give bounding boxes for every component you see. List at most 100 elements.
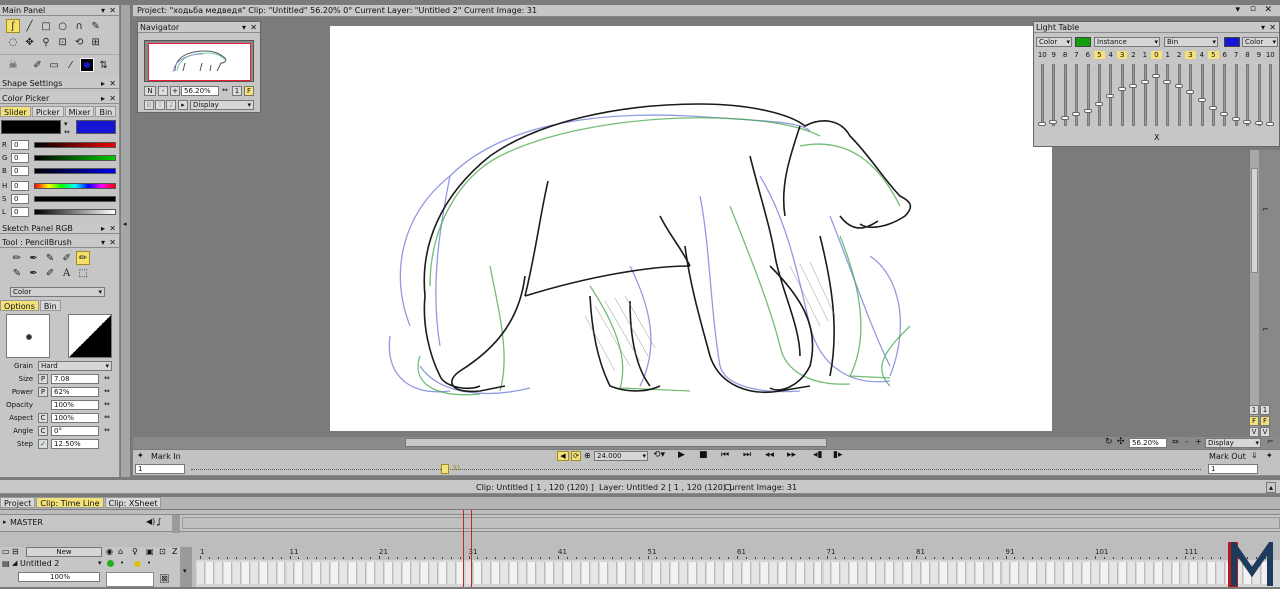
ping-pong-icon[interactable]: ⟲▾ <box>653 450 665 460</box>
opacity-input[interactable]: 100% <box>51 400 99 410</box>
frame-cell[interactable] <box>447 562 456 584</box>
fit-button[interactable]: F <box>244 86 254 96</box>
frame-cell[interactable] <box>787 562 796 584</box>
mark-out-pin-icon[interactable]: ✦ <box>1266 451 1273 460</box>
light-table-offset-19[interactable]: 9 <box>1254 51 1265 59</box>
b-value[interactable]: 0 <box>11 166 29 176</box>
frame-cell[interactable] <box>1011 562 1020 584</box>
frame-scrubber[interactable] <box>191 469 1201 470</box>
start-frame-input[interactable]: 1 <box>135 464 185 474</box>
l-slider[interactable] <box>34 209 116 215</box>
flip-b-icon[interactable]: B <box>144 100 154 110</box>
light-table-slider-knob[interactable] <box>1220 112 1229 116</box>
frame-cell[interactable] <box>1065 562 1074 584</box>
frame-cell[interactable] <box>411 562 420 584</box>
frame-cell[interactable] <box>1056 562 1065 584</box>
frame-cell[interactable] <box>599 562 608 584</box>
flip2-icon[interactable]: 2 <box>166 100 176 110</box>
frame-cell[interactable] <box>975 562 984 584</box>
close-icon[interactable]: ✕ <box>109 78 116 89</box>
light-table-slider-track[interactable] <box>1120 64 1124 126</box>
light-table-slider-track[interactable] <box>1269 64 1272 126</box>
toggle-vb[interactable]: V <box>1260 427 1270 437</box>
grain-select[interactable]: Hard ▾ <box>38 361 112 371</box>
toggle-1a[interactable]: 1 <box>1249 405 1259 415</box>
minimize-icon[interactable]: ▾ <box>1235 5 1240 15</box>
frame-cell[interactable] <box>465 562 474 584</box>
frame-cell[interactable] <box>921 562 930 584</box>
loop-icon[interactable]: ⟳ <box>571 451 581 461</box>
zoom-out-button[interactable]: - <box>158 86 168 96</box>
select-tool-icon[interactable]: ◌ <box>6 36 20 50</box>
master-track[interactable] <box>182 517 1280 529</box>
frame-cell[interactable] <box>1190 562 1199 584</box>
light-table-offset-2[interactable]: 8 <box>1060 51 1071 59</box>
light-table-slider-track[interactable] <box>1052 64 1056 126</box>
playhead-right[interactable] <box>471 510 472 587</box>
color-mode-select[interactable]: Color ▾ <box>10 287 105 297</box>
light-table-slider-knob[interactable] <box>1117 87 1126 91</box>
frame-cell[interactable] <box>1154 562 1163 584</box>
light-table-slider-knob[interactable] <box>1152 74 1160 78</box>
fill-tool-icon[interactable]: ✎ <box>89 20 103 34</box>
navigator-thumbnail[interactable] <box>144 40 254 82</box>
bulb-icon[interactable]: ● <box>134 559 141 568</box>
frame-cell[interactable] <box>653 562 662 584</box>
timeline-splitter[interactable]: ▾ <box>180 547 192 587</box>
frame-cell[interactable] <box>581 562 590 584</box>
l-value[interactable]: 0 <box>11 207 29 217</box>
frame-cell[interactable] <box>1217 562 1226 584</box>
light-table-offset-15[interactable]: 5 <box>1208 51 1219 59</box>
frame-cell[interactable] <box>671 562 680 584</box>
frame-cell[interactable] <box>519 562 528 584</box>
light-table-slider-knob[interactable] <box>1174 84 1183 88</box>
light-table-offset-16[interactable]: 6 <box>1219 51 1230 59</box>
light-table-offset-6[interactable]: 4 <box>1105 51 1116 59</box>
play-icon[interactable]: ▶ <box>678 450 685 460</box>
light-table-slider-knob[interactable] <box>1209 106 1217 110</box>
frame-cell[interactable] <box>635 562 644 584</box>
frame-cell[interactable] <box>1092 562 1100 584</box>
light-table-slider-knob[interactable] <box>1083 109 1092 113</box>
frame-cell[interactable] <box>778 562 787 584</box>
zoom-out-icon[interactable]: - <box>1185 437 1188 446</box>
light-table-offset-17[interactable]: 7 <box>1231 51 1242 59</box>
frame-cell[interactable] <box>850 562 859 584</box>
light-table-slider-knob[interactable] <box>1254 121 1263 125</box>
paint-brush-icon[interactable]: ✎ <box>10 267 24 281</box>
close-icon[interactable]: ✕ <box>109 223 116 234</box>
frame-cell[interactable] <box>331 562 340 584</box>
light-table-offset-4[interactable]: 6 <box>1083 51 1094 59</box>
toggle-fb[interactable]: F <box>1260 416 1270 426</box>
secondary-color-swatch[interactable] <box>76 120 116 134</box>
frame-cell[interactable] <box>1199 562 1208 584</box>
light-table-slider-knob[interactable] <box>1243 120 1252 124</box>
spinner-icon[interactable]: ⇔ <box>104 426 110 434</box>
spinner-icon[interactable]: ⇔ <box>104 374 110 382</box>
frame-cell[interactable] <box>572 562 581 584</box>
g-slider[interactable] <box>34 155 116 161</box>
frame-cell[interactable] <box>680 562 689 584</box>
light-table-offset-13[interactable]: 3 <box>1185 51 1196 59</box>
light-table-offset-11[interactable]: 1 <box>1162 51 1173 59</box>
frame-cell[interactable] <box>626 562 635 584</box>
left-splitter[interactable]: ◂ <box>121 5 131 477</box>
transform-tool-icon[interactable]: ⊡ <box>56 36 70 50</box>
one-to-one-button[interactable]: 1 <box>232 86 242 96</box>
eyedropper-icon[interactable]: ✐ <box>31 59 45 73</box>
onion-skin-icon[interactable]: ⊕ <box>584 451 591 460</box>
active-brush-icon[interactable]: ✏ <box>76 251 91 265</box>
spinner-icon[interactable]: ⇔ <box>1172 437 1179 446</box>
delete-layer-icon[interactable]: ⊟ <box>12 547 19 556</box>
light-table-slider-knob[interactable] <box>1163 80 1172 84</box>
light-table-slider-knob[interactable] <box>1266 122 1274 126</box>
green-swatch[interactable] <box>1075 37 1091 47</box>
tab-options[interactable]: Options <box>0 300 39 311</box>
pencil-brush-icon[interactable]: ✏ <box>10 252 24 266</box>
spinner-icon[interactable]: ⇔ <box>104 387 110 395</box>
h-slider[interactable] <box>34 183 116 189</box>
frame-cell[interactable] <box>734 562 742 584</box>
primary-color-swatch[interactable] <box>80 58 95 72</box>
next-key-icon[interactable]: ▸▸ <box>787 450 796 460</box>
stop-icon[interactable]: ■ <box>699 450 708 460</box>
